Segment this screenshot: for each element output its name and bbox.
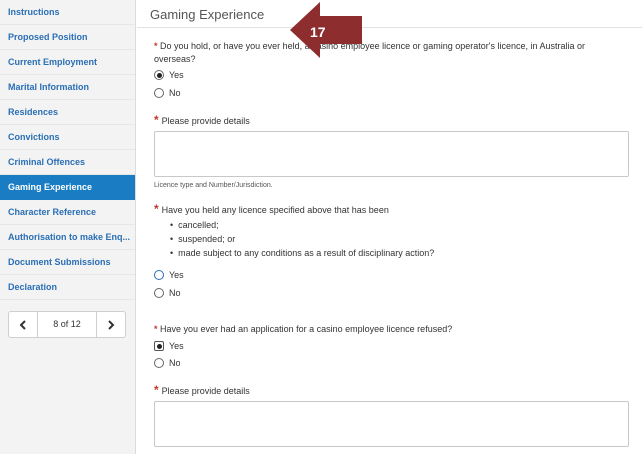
sidebar-item-character-reference[interactable]: Character Reference	[0, 200, 135, 225]
step-callout-arrow	[290, 2, 362, 58]
q1-no-radio[interactable]	[154, 88, 164, 98]
q3-yes-label: Yes	[169, 341, 184, 351]
question-application-refused: * Have you ever had an application for a…	[154, 323, 452, 336]
page-indicator: 8 of 12	[37, 312, 97, 337]
question-held-licence-text: Do you hold, or have you ever held, a ca…	[154, 41, 585, 64]
q3-yes-option[interactable]: Yes	[154, 341, 184, 351]
q2-yes-label: Yes	[169, 270, 184, 280]
refusal-details-textarea[interactable]	[154, 401, 629, 447]
list-item: cancelled;	[170, 218, 434, 232]
sidebar-item-document-submissions[interactable]: Document Submissions	[0, 250, 135, 275]
step-callout-number: 17	[310, 24, 326, 40]
list-item: made subject to any conditions as a resu…	[170, 246, 434, 260]
sidebar-nav: Instructions Proposed Position Current E…	[0, 0, 136, 454]
licence-conditions-list: cancelled; suspended; or made subject to…	[170, 218, 434, 260]
q2-yes-radio[interactable]	[154, 270, 164, 280]
next-page-button[interactable]	[97, 312, 125, 337]
q1-no-label: No	[169, 88, 181, 98]
previous-page-button[interactable]	[9, 312, 37, 337]
list-item: suspended; or	[170, 232, 434, 246]
q3-no-option[interactable]: No	[154, 358, 181, 368]
sidebar-item-instructions[interactable]: Instructions	[0, 0, 135, 25]
q1-no-option[interactable]: No	[154, 88, 181, 98]
q1-yes-radio[interactable]	[154, 70, 164, 80]
sidebar-item-current-employment[interactable]: Current Employment	[0, 50, 135, 75]
details-2-label-text: Please provide details	[161, 386, 250, 396]
q3-no-radio[interactable]	[154, 358, 164, 368]
page-pager: 8 of 12	[8, 311, 126, 338]
question-licence-cancelled: * Have you held any licence specified abo…	[154, 203, 389, 217]
sidebar-item-marital-information[interactable]: Marital Information	[0, 75, 135, 100]
licence-details-help: Licence type and Number/Jurisdiction.	[154, 182, 273, 189]
q3-yes-radio[interactable]	[154, 341, 164, 351]
required-marker: *	[154, 113, 159, 127]
details-1-label: * Please provide details	[154, 114, 250, 128]
title-divider	[137, 27, 642, 28]
details-2-label: * Please provide details	[154, 384, 250, 398]
q3-no-label: No	[169, 358, 181, 368]
q2-yes-option[interactable]: Yes	[154, 270, 184, 280]
q1-yes-option[interactable]: Yes	[154, 70, 184, 80]
q2-no-option[interactable]: No	[154, 288, 181, 298]
sidebar-item-declaration[interactable]: Declaration	[0, 275, 135, 300]
chevron-right-icon	[108, 319, 115, 330]
question-licence-cancelled-text: Have you held any licence specified abov…	[161, 205, 389, 215]
page-title: Gaming Experience	[150, 7, 265, 22]
required-marker: *	[154, 41, 158, 51]
q1-yes-label: Yes	[169, 70, 184, 80]
details-1-label-text: Please provide details	[161, 116, 250, 126]
required-marker: *	[154, 324, 158, 334]
q2-no-radio[interactable]	[154, 288, 164, 298]
sidebar-item-proposed-position[interactable]: Proposed Position	[0, 25, 135, 50]
required-marker: *	[154, 383, 159, 397]
form-panel: Gaming Experience * Do you hold, or have…	[137, 0, 642, 454]
sidebar-item-criminal-offences[interactable]: Criminal Offences	[0, 150, 135, 175]
q2-no-label: No	[169, 288, 181, 298]
sidebar-item-convictions[interactable]: Convictions	[0, 125, 135, 150]
sidebar-item-residences[interactable]: Residences	[0, 100, 135, 125]
sidebar-item-authorisation[interactable]: Authorisation to make Enq...	[0, 225, 135, 250]
licence-details-textarea[interactable]	[154, 131, 629, 177]
required-marker: *	[154, 202, 159, 216]
question-held-licence: * Do you hold, or have you ever held, a …	[154, 40, 624, 66]
question-application-refused-text: Have you ever had an application for a c…	[160, 324, 453, 334]
chevron-left-icon	[19, 319, 26, 330]
sidebar-item-gaming-experience[interactable]: Gaming Experience	[0, 175, 135, 200]
